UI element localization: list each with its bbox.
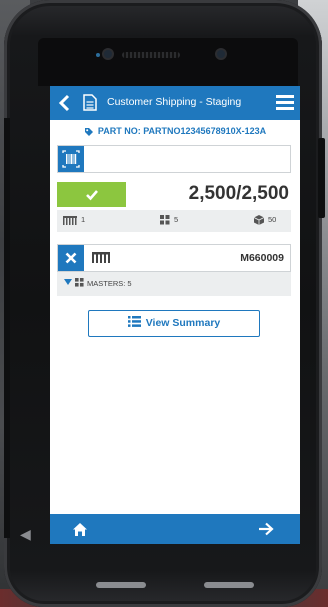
progress-row: 2,500/2,500 <box>57 182 291 210</box>
view-summary-label: View Summary <box>145 317 221 329</box>
part-number-text: PART NO: PARTNO12345678910X-123A <box>97 126 267 136</box>
app-header: Customer Shipping - Staging <box>50 86 300 120</box>
page-title: Customer Shipping - Staging <box>107 96 242 108</box>
home-icon[interactable] <box>72 522 88 537</box>
hamburger-menu-icon[interactable] <box>276 94 294 111</box>
phone-front-camera <box>104 50 112 58</box>
document-icon <box>83 94 97 111</box>
pallet-icon <box>63 215 77 225</box>
stat-boxes: 50 <box>254 215 277 226</box>
remove-master-button[interactable] <box>58 245 84 271</box>
stat-masters-value: 5 <box>174 215 179 224</box>
master-id: M660009 <box>240 252 284 264</box>
grid-icon <box>75 278 84 287</box>
phone-sensor-camera <box>217 50 225 58</box>
phone-frame: ◀ Customer Shipping - Staging PART NO: P… <box>4 0 325 607</box>
quantity-value: 2,500/2,500 <box>188 183 289 204</box>
stat-boxes-value: 50 <box>268 215 277 224</box>
part-number: PART NO: PARTNO12345678910X-123A <box>50 126 300 137</box>
tag-icon <box>84 127 93 136</box>
stat-masters: 5 <box>160 215 178 225</box>
arrow-right-icon[interactable] <box>258 522 274 536</box>
x-icon <box>65 252 77 264</box>
phone-bottom-pill-left <box>96 582 146 588</box>
stat-pallets-value: 1 <box>81 215 86 224</box>
barcode-scan-icon <box>62 150 80 168</box>
phone-side-button <box>318 138 325 218</box>
back-chevron-icon[interactable] <box>56 93 74 113</box>
scan-input-row[interactable] <box>57 145 291 173</box>
phone-back-key-icon[interactable]: ◀ <box>20 526 31 543</box>
grid-icon <box>160 215 170 225</box>
list-icon <box>127 316 141 328</box>
checkmark-icon <box>86 190 98 201</box>
pallet-icon <box>92 252 110 263</box>
stat-pallets: 1 <box>63 215 85 225</box>
phone-bottom-pill-right <box>204 582 254 588</box>
caret-down-icon[interactable] <box>64 279 72 285</box>
view-summary-button[interactable]: View Summary <box>88 310 260 337</box>
box-icon <box>254 215 264 226</box>
stats-row: 1 5 50 <box>57 210 291 232</box>
master-row: M660009 <box>57 244 291 272</box>
phone-side-left <box>4 118 10 538</box>
app-footer <box>50 514 300 544</box>
phone-sensor <box>96 53 100 57</box>
status-complete-box <box>57 182 126 207</box>
app-screen: Customer Shipping - Staging PART NO: PAR… <box>50 86 300 544</box>
phone-speaker <box>122 52 180 58</box>
masters-expander[interactable]: MASTERS: 5 <box>57 272 291 296</box>
phone-top-bezel <box>38 38 298 86</box>
masters-count: MASTERS: 5 <box>87 279 132 288</box>
scan-button[interactable] <box>58 146 84 172</box>
